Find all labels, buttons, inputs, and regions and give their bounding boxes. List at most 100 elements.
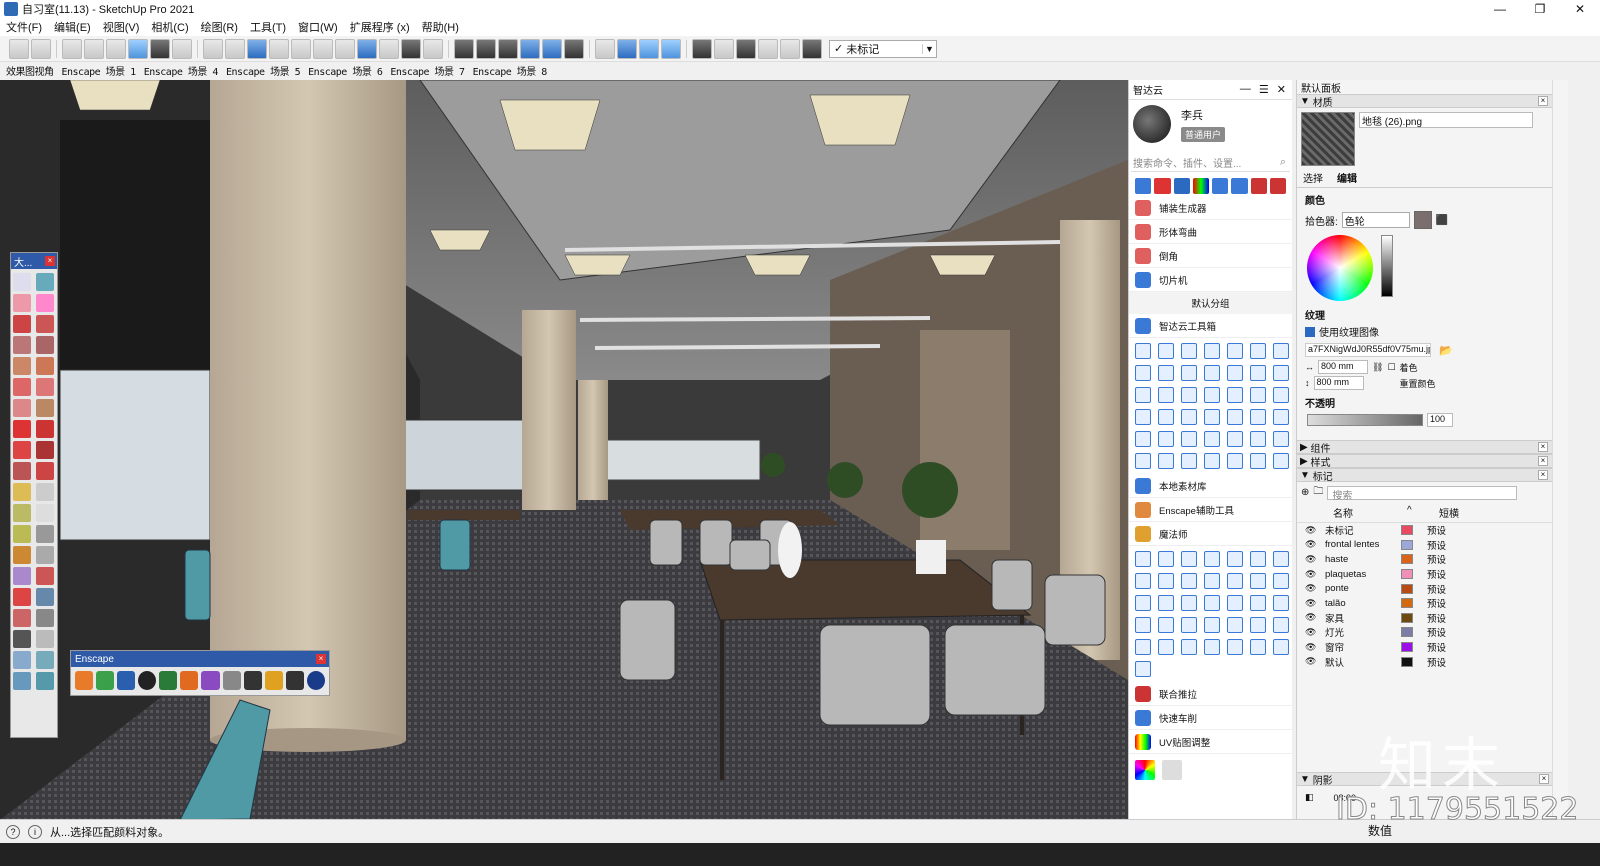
text-icon[interactable]	[36, 504, 54, 522]
toolbox-tool-icon[interactable]	[1135, 365, 1151, 381]
toolbox-tool-icon[interactable]	[1181, 365, 1197, 381]
browse-folder-icon[interactable]: 📂	[1439, 344, 1453, 357]
3d-text-icon[interactable]	[36, 525, 54, 543]
toolbox-tool-icon[interactable]	[1204, 409, 1220, 425]
toolbox-tool-icon[interactable]	[1273, 365, 1289, 381]
toolbox-tool-icon[interactable]	[1181, 573, 1197, 589]
tags-section-header[interactable]: ▼ 标记 ×	[1297, 468, 1552, 483]
quick-tool-icon[interactable]	[1192, 178, 1209, 194]
zoom-icon[interactable]	[13, 567, 31, 585]
live-update-icon[interactable]	[96, 671, 115, 690]
components-section-header[interactable]: ▶ 组件 ×	[1297, 440, 1552, 455]
copy-icon[interactable]	[291, 38, 311, 59]
tag-color-swatch[interactable]	[1401, 583, 1413, 594]
section-display-icon[interactable]	[617, 38, 637, 59]
sandbox-from-contours-icon[interactable]	[13, 651, 31, 669]
section-plane-icon[interactable]	[595, 38, 615, 59]
toolbox-tool-icon[interactable]	[1135, 453, 1151, 469]
upload-icon[interactable]	[201, 671, 220, 690]
info-icon[interactable]: i	[28, 824, 42, 839]
toolbox-tool-icon[interactable]	[1227, 409, 1243, 425]
tag-color-swatch[interactable]	[1401, 612, 1413, 623]
tag-row[interactable]: 👁 ponte 预设	[1297, 581, 1552, 596]
picker-select[interactable]: 色轮	[1341, 212, 1410, 228]
delete-icon[interactable]	[335, 38, 355, 59]
toolbox-tool-icon[interactable]	[1273, 617, 1289, 633]
rectangle-icon[interactable]	[13, 336, 31, 354]
tool-item[interactable]: 联合推拉	[1129, 682, 1292, 706]
top-view-icon[interactable]	[476, 38, 496, 59]
tag-row[interactable]: 👁 窗帘 预设	[1297, 640, 1552, 655]
toolbox-tool-icon[interactable]	[1227, 365, 1243, 381]
tool-item[interactable]: 铺装生成器	[1129, 196, 1292, 220]
tag-color-swatch[interactable]	[1401, 598, 1413, 609]
toolbox-tool-icon[interactable]	[1181, 551, 1197, 567]
select-icon[interactable]	[13, 273, 31, 291]
close-icon[interactable]: ×	[1538, 442, 1548, 452]
tag-select[interactable]: ✓ 未标记 ▼	[829, 39, 937, 58]
tool-item[interactable]: 倒角	[1129, 244, 1292, 268]
menu-view[interactable]: 视图(V)	[97, 19, 146, 35]
toolbox-tool-icon[interactable]	[1204, 551, 1220, 567]
match-model-color-icon[interactable]: ⬛	[1436, 215, 1448, 226]
scene-tab[interactable]: Enscape 场景 4	[144, 63, 219, 78]
toolbox-tool-icon[interactable]	[1250, 617, 1266, 633]
toolbox-tool-icon[interactable]	[1204, 639, 1220, 655]
cursor-icon[interactable]	[1162, 760, 1182, 780]
close-icon[interactable]: ×	[316, 654, 326, 664]
link-chain-icon[interactable]: ⛓	[1372, 362, 1383, 373]
shaded-icon[interactable]	[128, 38, 148, 59]
tool-item[interactable]: UV贴图调整	[1129, 730, 1292, 754]
scene-tab[interactable]: Enscape 场景 6	[308, 63, 383, 78]
tool-item[interactable]: 本地素材库	[1129, 474, 1292, 498]
add-folder-icon[interactable]: 🗀	[1313, 484, 1323, 501]
circle-icon[interactable]	[13, 357, 31, 375]
tag-dash[interactable]: 预设	[1427, 582, 1446, 596]
texture-width-field[interactable]: 800 mm	[1318, 360, 1368, 374]
quick-tool-icon[interactable]	[1231, 178, 1248, 194]
avatar[interactable]	[1133, 105, 1171, 143]
opacity-slider[interactable]	[1307, 414, 1423, 426]
toolbox-tool-icon[interactable]	[1273, 409, 1289, 425]
toolbox-tool-icon[interactable]	[1158, 409, 1174, 425]
paste-icon[interactable]	[313, 38, 333, 59]
toolbox-tool-icon[interactable]	[1227, 431, 1243, 447]
toolbox-tool-icon[interactable]	[1273, 387, 1289, 403]
rotate-icon[interactable]	[13, 441, 31, 459]
quick-tool-icon[interactable]	[1250, 178, 1267, 194]
new-file-icon[interactable]	[203, 38, 223, 59]
pan-icon[interactable]	[36, 546, 54, 564]
push-pull-icon[interactable]	[36, 420, 54, 438]
offset-icon[interactable]	[36, 462, 54, 480]
toolbox-tool-icon[interactable]	[1250, 409, 1266, 425]
open-file-icon[interactable]	[225, 38, 245, 59]
tag-color-swatch[interactable]	[1401, 525, 1413, 536]
tag-color-swatch[interactable]	[1401, 656, 1413, 667]
toolbox-tool-icon[interactable]	[1135, 431, 1151, 447]
toolbox-tool-icon[interactable]	[1273, 639, 1289, 655]
toolbox-tool-icon[interactable]	[1158, 595, 1174, 611]
quick-tool-icon[interactable]	[1154, 178, 1171, 194]
toolbox-tool-icon[interactable]	[1204, 431, 1220, 447]
toolbox-tool-icon[interactable]	[1204, 595, 1220, 611]
home-icon[interactable]	[780, 38, 800, 59]
styles-section-header[interactable]: ▶ 样式 ×	[1297, 454, 1552, 469]
toolbox-tool-icon[interactable]	[1204, 387, 1220, 403]
toolbox-tool-icon[interactable]	[1158, 573, 1174, 589]
stamp-icon[interactable]	[36, 672, 54, 690]
toolbox-tool-icon[interactable]	[1227, 343, 1243, 359]
print-icon[interactable]	[401, 38, 421, 59]
visibility-eye-icon[interactable]: 👁	[1305, 569, 1319, 580]
house-outline-icon[interactable]	[758, 38, 778, 59]
model-info-icon[interactable]	[423, 38, 443, 59]
color-wheel[interactable]	[1307, 235, 1373, 301]
tag-dash[interactable]: 预设	[1427, 625, 1446, 639]
toolbox-tool-icon[interactable]	[1181, 453, 1197, 469]
protractor-icon[interactable]	[13, 504, 31, 522]
previous-view-icon[interactable]	[36, 588, 54, 606]
follow-me-icon[interactable]	[36, 441, 54, 459]
tag-row[interactable]: 👁 灯光 预设	[1297, 625, 1552, 640]
wireframe-icon[interactable]	[106, 38, 126, 59]
tag-color-swatch[interactable]	[1401, 627, 1413, 638]
toolbox-tool-icon[interactable]	[1250, 365, 1266, 381]
